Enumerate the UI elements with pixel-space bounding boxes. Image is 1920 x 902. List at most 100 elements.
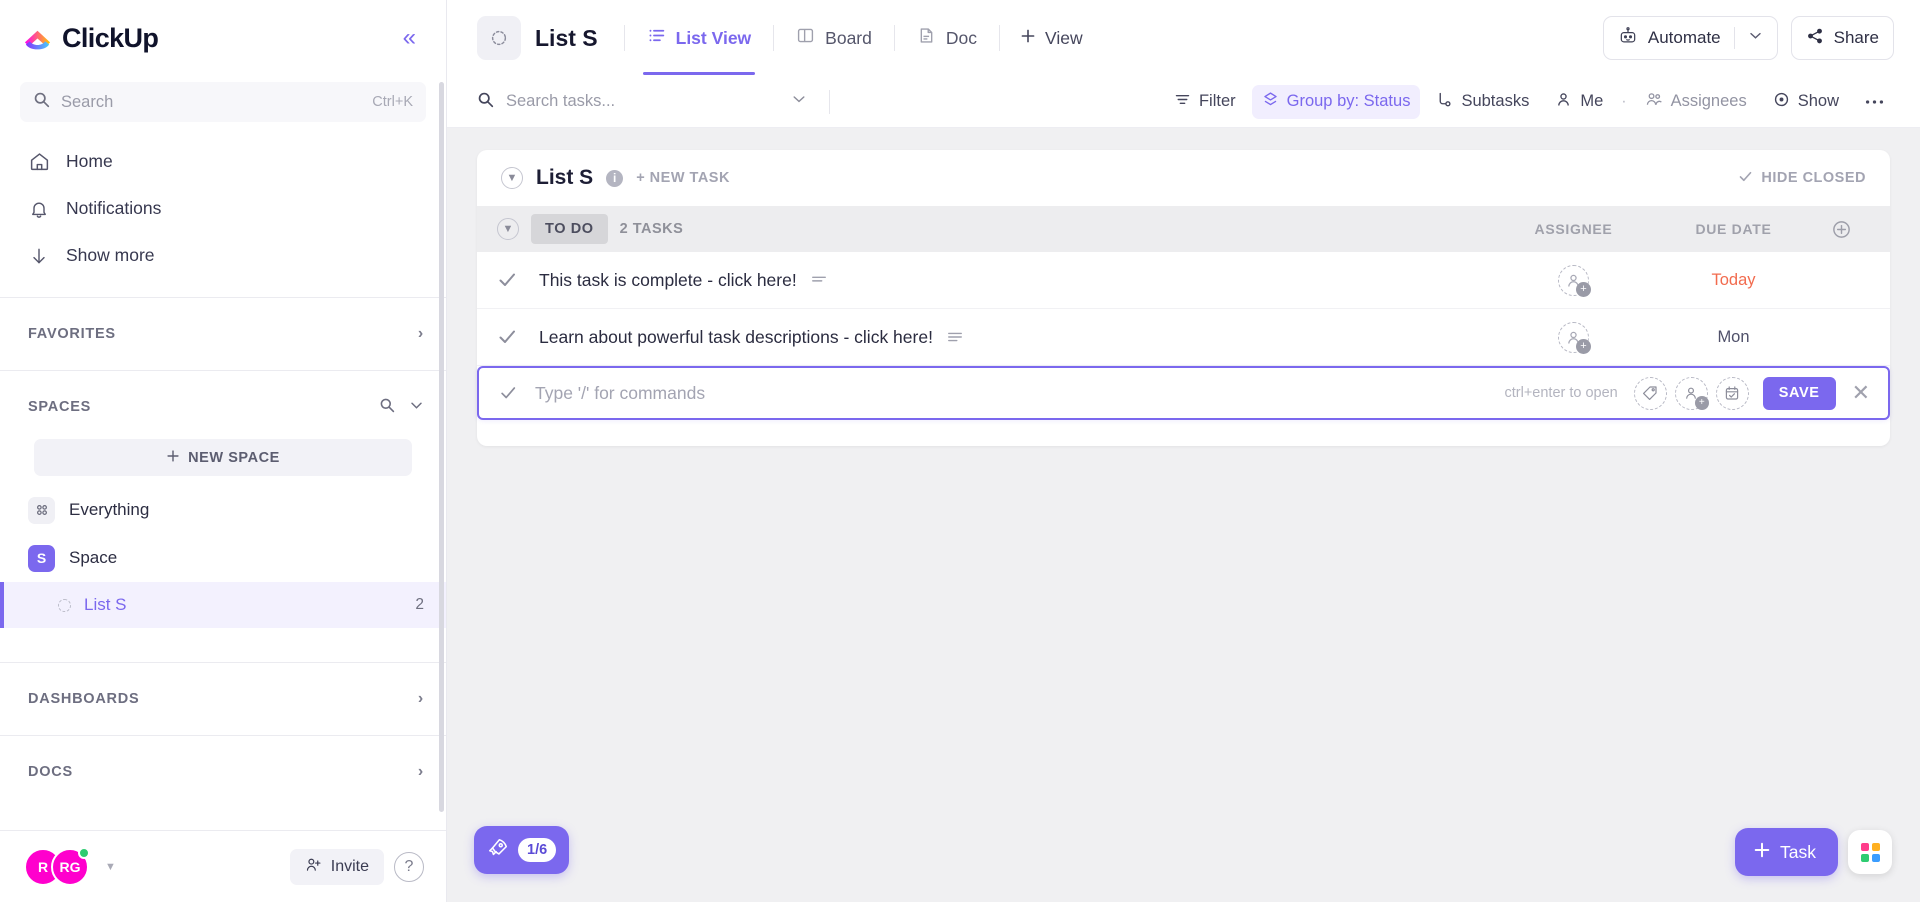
sidebar-scrollbar[interactable] [439,82,444,812]
due-date-cell[interactable]: Mon [1651,328,1816,347]
home-icon [28,151,50,173]
divider [623,25,625,51]
invite-button[interactable]: Invite [289,848,384,885]
section-dashboards[interactable]: DASHBOARDS › [0,671,446,727]
sidebar-item-label: Home [66,151,113,171]
divider [0,370,446,371]
chevron-right-icon[interactable]: › [418,690,424,708]
task-name-cell[interactable]: This task is complete - click here! [539,270,827,291]
filter-button[interactable]: Filter [1164,85,1246,119]
new-space-button[interactable]: NEW SPACE [34,439,412,476]
help-button[interactable]: ? [394,851,424,882]
doc-icon [917,26,936,50]
chevron-right-icon[interactable]: › [418,763,424,781]
sidebar-item-home[interactable]: Home [0,138,446,185]
spaces-search-icon[interactable] [379,397,395,417]
sidebar-item-notifications[interactable]: Notifications [0,185,446,232]
section-title: DASHBOARDS [28,691,140,707]
hide-closed-button[interactable]: HIDE CLOSED [1738,169,1866,188]
onboarding-progress-button[interactable]: 1/6 [474,826,570,874]
status-badge[interactable]: TO DO [531,214,608,244]
chevron-down-icon[interactable]: ▼ [105,861,116,873]
chevron-down-icon[interactable] [409,398,424,417]
top-bar-actions: Automate Share [1602,16,1894,60]
save-button[interactable]: SAVE [1762,376,1836,410]
info-icon[interactable]: i [606,169,624,187]
show-label: Show [1797,92,1839,110]
column-headers: ASSIGNEE DUE DATE [1496,219,1866,240]
section-favorites[interactable]: FAVORITES › [0,306,446,362]
section-docs[interactable]: DOCS › [0,744,446,800]
more-horizontal-icon [1865,92,1884,111]
brand-logo[interactable]: ClickUp [22,23,159,54]
add-column-button[interactable] [1816,219,1866,240]
share-label: Share [1833,28,1879,47]
section-title: SPACES [28,399,92,415]
table-row[interactable]: This task is complete - click here! + To… [477,252,1890,309]
subtasks-button[interactable]: Subtasks [1426,85,1539,119]
list-status-icon[interactable] [477,16,521,60]
sidebar-item-space[interactable]: S Space [0,534,446,582]
column-header-due-date[interactable]: DUE DATE [1651,221,1816,237]
sidebar: ClickUp « Search Ctrl+K Home Notificatio… [0,0,447,902]
check-icon[interactable] [499,384,535,402]
add-assignee-icon[interactable]: + [1558,264,1591,297]
page-title: List S [535,24,598,51]
more-options-button[interactable] [1855,85,1894,119]
search-input[interactable]: Search Ctrl+K [20,82,426,122]
group-by-button[interactable]: Group by: Status [1251,84,1421,119]
tab-board[interactable]: Board [778,13,890,63]
calendar-icon[interactable] [1715,376,1749,410]
share-button[interactable]: Share [1790,16,1894,60]
task-name-cell[interactable]: Learn about powerful task descriptions -… [539,327,963,348]
separator-dot: · [1621,92,1627,110]
new-task-link[interactable]: + NEW TASK [636,170,730,186]
divider [0,735,446,736]
tab-list-view[interactable]: List View [629,13,770,75]
tab-doc[interactable]: Doc [899,13,995,63]
chevron-down-circle-icon[interactable]: ▼ [501,167,523,189]
show-button[interactable]: Show [1763,85,1849,119]
sidebar-item-show-more[interactable]: Show more [0,232,446,279]
assignees-button[interactable]: Assignees [1635,85,1757,119]
due-date-cell[interactable]: Today [1651,271,1816,290]
apps-grid-icon[interactable] [1848,830,1892,874]
column-header-assignee[interactable]: ASSIGNEE [1496,221,1651,237]
chevron-right-icon[interactable]: › [418,325,424,343]
task-search-input[interactable]: Search tasks... [477,91,807,113]
new-task-input[interactable]: Type '/' for commands [535,383,1504,404]
list-panel: ▼ List S i + NEW TASK HIDE CLOSED ▼ TO D… [477,150,1890,446]
assignee-cell[interactable]: + [1496,321,1651,354]
list-panel-header: ▼ List S i + NEW TASK HIDE CLOSED [477,150,1890,206]
sidebar-item-label: Notifications [66,198,162,218]
sidebar-item-everything[interactable]: Everything [0,486,446,534]
avatar-group[interactable]: R RG [24,846,90,886]
assignees-label: Assignees [1670,92,1747,110]
divider [773,25,775,51]
plus-icon [1020,28,1036,49]
filter-icon [1174,91,1191,113]
toolbar-actions: Filter Group by: Status Subtasks Me · As… [1164,84,1894,119]
automate-button[interactable]: Automate [1602,16,1778,60]
chevron-down-circle-icon[interactable]: ▼ [497,218,519,240]
add-assignee-icon[interactable]: + [1674,376,1709,410]
clickup-app: ClickUp « Search Ctrl+K Home Notificatio… [0,0,1920,902]
task-complete-check-icon[interactable] [497,327,539,347]
table-row[interactable]: Learn about powerful task descriptions -… [477,309,1890,366]
add-assignee-icon[interactable]: + [1558,321,1591,354]
task-name: This task is complete - click here! [539,269,797,290]
collapse-sidebar-icon[interactable]: « [397,22,422,54]
chevron-down-icon[interactable] [1748,28,1763,48]
add-task-fab[interactable]: Task [1735,828,1838,876]
close-icon[interactable]: ✕ [1848,380,1874,406]
tag-icon[interactable] [1633,376,1667,410]
assignee-cell[interactable]: + [1496,264,1651,297]
task-complete-check-icon[interactable] [497,270,539,290]
me-button[interactable]: Me [1545,85,1613,119]
chevron-down-icon[interactable] [791,91,807,112]
sidebar-item-list-s[interactable]: List S 2 [0,582,446,628]
section-spaces[interactable]: SPACES [0,379,446,435]
user-plus-icon [305,856,322,878]
new-task-input-row[interactable]: Type '/' for commands ctrl+enter to open… [477,366,1890,420]
add-view-button[interactable]: View [1004,28,1099,49]
